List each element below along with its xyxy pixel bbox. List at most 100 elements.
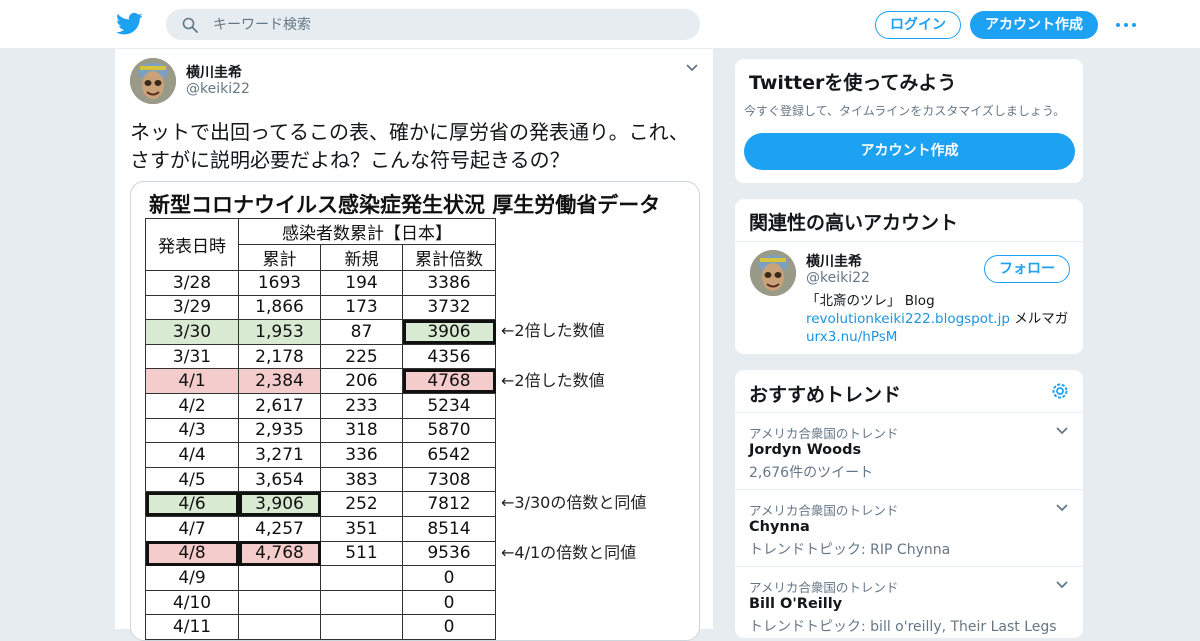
- chevron-down-icon[interactable]: [1055, 503, 1069, 513]
- trend-name[interactable]: Jordyn Woods: [749, 442, 861, 458]
- table-row: 4/9 0: [145, 565, 496, 591]
- login-button[interactable]: ログイン: [875, 11, 961, 39]
- table-cell-date: 3/30: [145, 319, 239, 345]
- signup-card-subtitle: 今すぐ登録して、タイムラインをカスタマイズしましょう。: [744, 104, 1066, 118]
- search-icon: [182, 17, 198, 33]
- table-row: 4/6 3,906 252 7812: [145, 491, 496, 517]
- table-cell-cum: 3,654: [238, 466, 321, 493]
- bio-link-blog[interactable]: revolutionkeiki222.blogspot.jp: [806, 311, 1010, 327]
- follow-button[interactable]: フォロー: [984, 255, 1070, 283]
- search-input[interactable]: [213, 10, 683, 39]
- table-cell-mult: 0: [402, 565, 496, 591]
- trend-item[interactable]: アメリカ合衆国のトレンド Bill O'Reilly トレンドトピック: bil…: [735, 566, 1083, 638]
- table-cell-mult: 4356: [402, 343, 496, 370]
- table-cell-new: 194: [320, 270, 403, 296]
- table-cell-cum: 3,906: [238, 491, 321, 517]
- twitter-bird-icon[interactable]: [116, 12, 143, 36]
- signup-button[interactable]: アカウント作成: [970, 11, 1098, 39]
- table-cell-mult: 4768: [402, 368, 496, 394]
- table-row: 3/28 1693 194 3386: [145, 270, 496, 296]
- table-cell-date: 4/5: [145, 466, 239, 493]
- more-options-icon[interactable]: [1114, 15, 1138, 35]
- related-name[interactable]: 横川圭希: [806, 251, 862, 271]
- table-cell-mult: 5870: [402, 417, 496, 444]
- table-cell-new: 225: [320, 343, 403, 370]
- divider: [735, 241, 1083, 242]
- table-cell-cum: 4,257: [238, 515, 321, 542]
- chevron-down-icon[interactable]: [1055, 426, 1069, 436]
- bio-link-mailmag[interactable]: urx3.nu/hPsM: [806, 329, 897, 345]
- table-cell-date: 4/7: [145, 515, 239, 542]
- header-group: 感染者数累計【日本】: [238, 218, 496, 245]
- table-cell-mult: 3732: [402, 294, 496, 321]
- table-cell-cum: 2,935: [238, 417, 321, 444]
- table-cell-date: 4/6: [145, 491, 239, 517]
- trend-meta: トレンドトピック: bill o'reilly, Their Last Legs: [749, 619, 1057, 635]
- header-cumulative: 累計: [238, 244, 321, 271]
- table-cell-cum: 2,617: [238, 392, 321, 419]
- search-box[interactable]: [166, 9, 700, 40]
- table-row: 4/3 2,935 318 5870: [145, 417, 496, 444]
- table-cell-date: 3/29: [145, 294, 239, 321]
- related-handle[interactable]: @keiki22: [806, 270, 870, 286]
- table-cell-mult: 0: [402, 589, 496, 616]
- author-name[interactable]: 横川圭希: [186, 62, 242, 82]
- table-cell-mult: 0: [402, 614, 496, 640]
- tweet-image[interactable]: 新型コロナウイルス感染症発生状況 厚生労働省データ 発表日時 感染者数累計【日本…: [130, 181, 700, 641]
- trend-name[interactable]: Bill O'Reilly: [749, 596, 842, 612]
- trend-meta: トレンドトピック: RIP Chynna: [749, 542, 951, 558]
- create-account-button[interactable]: アカウント作成: [744, 133, 1075, 170]
- table-cell-cum: 1,866: [238, 294, 321, 321]
- table-cell-mult: 7308: [402, 466, 496, 493]
- table-cell-new: 318: [320, 417, 403, 444]
- author-handle[interactable]: @keiki22: [186, 81, 250, 97]
- table-cell-new: [320, 614, 403, 640]
- table-cell-new: [320, 565, 403, 591]
- table-cell-cum: 2,178: [238, 343, 321, 370]
- table-cell-new: 351: [320, 515, 403, 542]
- related-avatar[interactable]: [750, 250, 796, 296]
- trend-name[interactable]: Chynna: [749, 519, 810, 535]
- trend-item[interactable]: アメリカ合衆国のトレンド Jordyn Woods 2,676件のツイート: [735, 412, 1083, 489]
- table-cell-cum: 1,953: [238, 319, 321, 345]
- tweet-card: 横川圭希 @keiki22 ネットで出回ってるこの表、確かに厚労省の発表通り。こ…: [114, 49, 714, 641]
- author-avatar[interactable]: [130, 58, 176, 104]
- table-cell-cum: 1693: [238, 270, 321, 296]
- table-cell-mult: 7812: [402, 491, 496, 517]
- table-cell-mult: 8514: [402, 515, 496, 542]
- header-new: 新規: [320, 244, 403, 271]
- table-row: 4/2 2,617 233 5234: [145, 392, 496, 419]
- table-cell-new: 87: [320, 319, 403, 345]
- table-cell-cum: [238, 565, 321, 591]
- top-navigation-bar: ログイン アカウント作成: [0, 0, 1200, 49]
- trends-card: おすすめトレンド アメリカ合衆国のトレンド Jordyn Woods 2,676…: [734, 369, 1084, 639]
- table-cell-cum: 4,768: [238, 540, 321, 567]
- table-cell-cum: 2,384: [238, 368, 321, 394]
- table-cell-mult: 5234: [402, 392, 496, 419]
- bio-text: 「北斎のツレ」 Blog: [806, 293, 935, 309]
- gear-icon[interactable]: [1050, 381, 1070, 401]
- table-row: 3/31 2,178 225 4356: [145, 343, 496, 370]
- table-cell-date: 4/9: [145, 565, 239, 591]
- header-date: 発表日時: [145, 218, 239, 271]
- related-accounts-card: 関連性の高いアカウント 横川圭希 @keiki22 フォロー 「北斎のツレ」 B…: [734, 198, 1084, 355]
- table-row: 4/5 3,654 383 7308: [145, 466, 496, 493]
- table-cell-date: 3/28: [145, 270, 239, 296]
- trend-item[interactable]: アメリカ合衆国のトレンド Chynna トレンドトピック: RIP Chynna: [735, 489, 1083, 566]
- table-cell-mult: 6542: [402, 442, 496, 468]
- chevron-down-icon[interactable]: [1055, 580, 1069, 590]
- table-row: 3/29 1,866 173 3732: [145, 294, 496, 321]
- table-cell-mult: 3386: [402, 270, 496, 296]
- trend-context: アメリカ合衆国のトレンド: [749, 580, 899, 595]
- related-card-title: 関連性の高いアカウント: [749, 212, 959, 234]
- table-cell-date: 4/4: [145, 442, 239, 468]
- annotation-note: ←2倍した数値: [501, 321, 605, 340]
- chevron-down-icon[interactable]: [685, 63, 699, 73]
- table-cell-new: 383: [320, 466, 403, 493]
- annotation-note: ←2倍した数値: [501, 371, 605, 390]
- table-cell-new: 252: [320, 491, 403, 517]
- table-cell-new: 233: [320, 392, 403, 419]
- trends-title: おすすめトレンド: [749, 384, 902, 406]
- table-cell-date: 4/3: [145, 417, 239, 444]
- image-title: 新型コロナウイルス感染症発生状況 厚生労働省データ: [149, 193, 661, 217]
